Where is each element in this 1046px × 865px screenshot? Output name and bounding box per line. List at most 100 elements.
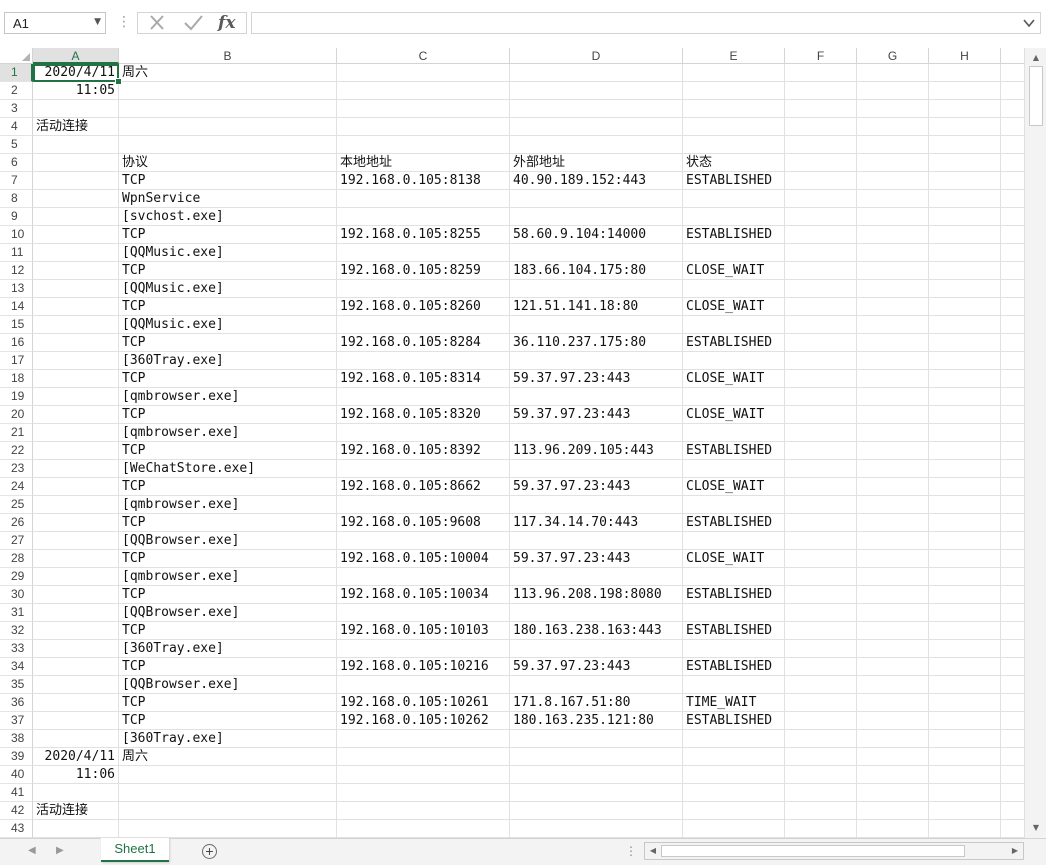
cell-c[interactable]: 192.168.0.105:10216 <box>340 658 489 676</box>
previous-sheet-icon[interactable]: ◀ <box>28 845 36 856</box>
row-header[interactable]: 42 <box>0 802 33 820</box>
add-sheet-button[interactable]: + <box>202 844 217 859</box>
row-header[interactable]: 30 <box>0 586 33 604</box>
cell-b[interactable]: 周六 <box>122 64 148 82</box>
cell-b[interactable]: [WeChatStore.exe] <box>122 460 255 478</box>
cell-b[interactable]: TCP <box>122 442 145 460</box>
row-header[interactable]: 13 <box>0 280 33 298</box>
cell-b[interactable]: TCP <box>122 550 145 568</box>
chevron-down-icon[interactable]: ▼ <box>94 17 101 27</box>
cell-d[interactable]: 180.163.238.163:443 <box>513 622 662 640</box>
cell-d[interactable]: 113.96.208.198:8080 <box>513 586 662 604</box>
row-header[interactable]: 16 <box>0 334 33 352</box>
cell-d[interactable]: 59.37.97.23:443 <box>513 658 630 676</box>
row-header[interactable]: 10 <box>0 226 33 244</box>
cell-b[interactable]: 周六 <box>122 748 148 766</box>
row-header[interactable]: 20 <box>0 406 33 424</box>
row-header[interactable]: 22 <box>0 442 33 460</box>
cell-d[interactable]: 117.34.14.70:443 <box>513 514 638 532</box>
cell-d[interactable]: 59.37.97.23:443 <box>513 550 630 568</box>
cell-c[interactable]: 192.168.0.105:8284 <box>340 334 481 352</box>
row-header[interactable]: 19 <box>0 388 33 406</box>
row-header[interactable]: 24 <box>0 478 33 496</box>
cell-d[interactable]: 外部地址 <box>513 154 565 172</box>
cell-b[interactable]: [QQBrowser.exe] <box>122 604 239 622</box>
cell-e[interactable]: ESTABLISHED <box>686 172 772 190</box>
cell-c[interactable]: 192.168.0.105:8260 <box>340 298 481 316</box>
cell-d[interactable]: 183.66.104.175:80 <box>513 262 646 280</box>
cell-a[interactable]: 活动连接 <box>36 118 88 136</box>
column-header-h[interactable]: H <box>929 48 1001 64</box>
cell-d[interactable]: 40.90.189.152:443 <box>513 172 646 190</box>
cell-c[interactable]: 192.168.0.105:8392 <box>340 442 481 460</box>
row-header[interactable]: 36 <box>0 694 33 712</box>
row-header[interactable]: 37 <box>0 712 33 730</box>
cell-d[interactable]: 58.60.9.104:14000 <box>513 226 646 244</box>
row-header[interactable]: 28 <box>0 550 33 568</box>
row-header[interactable]: 35 <box>0 676 33 694</box>
row-header[interactable]: 29 <box>0 568 33 586</box>
row-header[interactable]: 6 <box>0 154 33 172</box>
cell-d[interactable]: 59.37.97.23:443 <box>513 370 630 388</box>
column-header-a[interactable]: A <box>33 48 119 64</box>
column-header-stub[interactable] <box>1001 48 1024 64</box>
cell-a[interactable]: 2020/4/11 <box>33 748 115 766</box>
scroll-up-icon[interactable]: ▲ <box>1029 52 1043 64</box>
row-header[interactable]: 14 <box>0 298 33 316</box>
cell-b[interactable]: TCP <box>122 334 145 352</box>
cell-b[interactable]: TCP <box>122 478 145 496</box>
cell-e[interactable]: CLOSE_WAIT <box>686 406 764 424</box>
cell-b[interactable]: [qmbrowser.exe] <box>122 496 239 514</box>
cell-c[interactable]: 192.168.0.105:8320 <box>340 406 481 424</box>
cell-c[interactable]: 192.168.0.105:8314 <box>340 370 481 388</box>
cell-b[interactable]: [QQBrowser.exe] <box>122 676 239 694</box>
cell-b[interactable]: [360Tray.exe] <box>122 730 224 748</box>
enter-check-icon[interactable] <box>182 13 204 33</box>
cell-c[interactable]: 192.168.0.105:8259 <box>340 262 481 280</box>
cell-c[interactable]: 192.168.0.105:8662 <box>340 478 481 496</box>
cell-b[interactable]: WpnService <box>122 190 200 208</box>
row-header[interactable]: 15 <box>0 316 33 334</box>
cell-d[interactable]: 59.37.97.23:443 <box>513 406 630 424</box>
row-header[interactable]: 8 <box>0 190 33 208</box>
horizontal-scrollbar[interactable]: ◀ ▶ <box>644 842 1024 860</box>
row-header[interactable]: 32 <box>0 622 33 640</box>
cell-b[interactable]: 协议 <box>122 154 148 172</box>
cell-c[interactable]: 192.168.0.105:10034 <box>340 586 489 604</box>
formula-input[interactable] <box>251 12 1041 34</box>
row-header[interactable]: 25 <box>0 496 33 514</box>
cell-e[interactable]: ESTABLISHED <box>686 712 772 730</box>
cell-b[interactable]: TCP <box>122 694 145 712</box>
column-header-c[interactable]: C <box>337 48 510 64</box>
cell-b[interactable]: TCP <box>122 586 145 604</box>
cell-d[interactable]: 113.96.209.105:443 <box>513 442 654 460</box>
cell-c[interactable]: 192.168.0.105:10103 <box>340 622 489 640</box>
formula-bar-grip[interactable]: ⋮ <box>117 14 131 30</box>
cell-b[interactable]: [qmbrowser.exe] <box>122 568 239 586</box>
cell-e[interactable]: ESTABLISHED <box>686 334 772 352</box>
cell-a[interactable]: 11:05 <box>33 82 115 100</box>
cell-c[interactable]: 192.168.0.105:8255 <box>340 226 481 244</box>
cell-b[interactable]: [qmbrowser.exe] <box>122 388 239 406</box>
row-header[interactable]: 27 <box>0 532 33 550</box>
row-header[interactable]: 31 <box>0 604 33 622</box>
cell-e[interactable]: ESTABLISHED <box>686 226 772 244</box>
cell-c[interactable]: 192.168.0.105:10261 <box>340 694 489 712</box>
cell-b[interactable]: TCP <box>122 622 145 640</box>
cell-a[interactable]: 2020/4/11 <box>33 64 115 82</box>
column-header-d[interactable]: D <box>510 48 683 64</box>
fill-handle[interactable] <box>115 78 122 85</box>
row-header[interactable]: 38 <box>0 730 33 748</box>
cell-b[interactable]: TCP <box>122 172 145 190</box>
column-header-e[interactable]: E <box>683 48 785 64</box>
tab-split-grip[interactable]: ⋮ <box>625 844 637 858</box>
scroll-right-icon[interactable]: ▶ <box>1008 844 1022 858</box>
row-header[interactable]: 7 <box>0 172 33 190</box>
row-header[interactable]: 34 <box>0 658 33 676</box>
row-header[interactable]: 3 <box>0 100 33 118</box>
cell-e[interactable]: ESTABLISHED <box>686 442 772 460</box>
cell-d[interactable]: 59.37.97.23:443 <box>513 478 630 496</box>
cell-e[interactable]: CLOSE_WAIT <box>686 298 764 316</box>
cancel-icon[interactable] <box>146 13 168 33</box>
row-header[interactable]: 5 <box>0 136 33 154</box>
